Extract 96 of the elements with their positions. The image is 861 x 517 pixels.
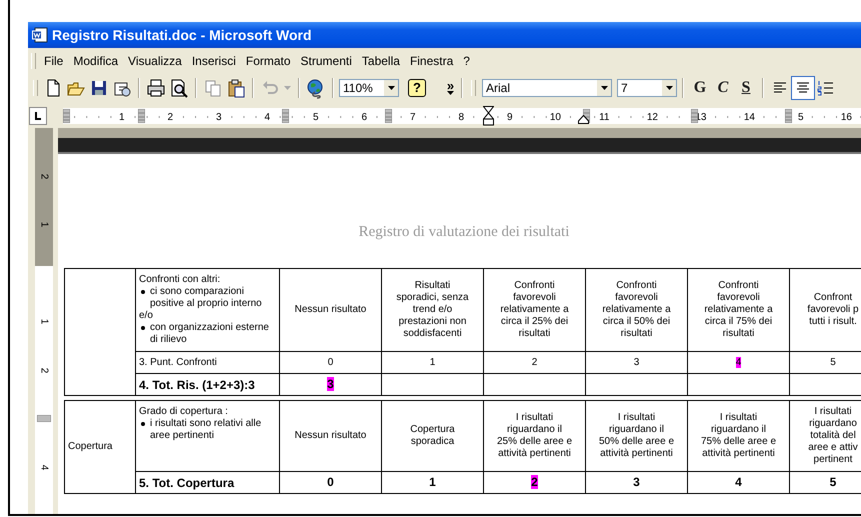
column-marker-icon[interactable] <box>282 109 289 123</box>
criteria-heading: Confronti con altri: <box>139 274 222 286</box>
ruler-number: 1 <box>38 318 50 325</box>
ruler-number: 1 <box>38 222 50 228</box>
menu-item[interactable]: Visualizza <box>123 54 187 68</box>
format-button[interactable]: C <box>712 79 734 97</box>
dropdown-arrow-icon[interactable] <box>666 86 672 90</box>
menu-item[interactable]: Finestra <box>404 54 458 68</box>
ruler-number: 7 <box>408 112 416 123</box>
table-cell: Nessun risultato <box>280 268 382 352</box>
score-value: 1 <box>429 474 436 488</box>
right-indent-icon[interactable] <box>578 115 589 124</box>
ruler-number: 4 <box>38 464 50 470</box>
score-value: 3 <box>634 356 640 368</box>
bullet-icon <box>141 422 145 426</box>
menu-item[interactable]: Formato <box>240 54 296 68</box>
table-cell: I risultati riguardano il 25% delle aree e attività pertinenti <box>484 400 586 472</box>
tab-stop-icon[interactable] <box>29 107 47 125</box>
criteria-text: con organizzazioni esterne di rilievo <box>150 322 270 346</box>
zoom-combo[interactable]: 110% <box>339 79 399 97</box>
print-icon[interactable] <box>145 77 167 99</box>
window-title: Registro Risultati.doc - Microsoft Word <box>52 27 312 43</box>
menu-item[interactable]: ? <box>458 54 475 68</box>
criteria-text: i risultati sono relativi alle aree pertinenti <box>150 418 262 442</box>
column-marker-icon[interactable] <box>691 109 698 123</box>
table-cell: I risultati riguardano totalità del aree e attiv pertinent <box>790 400 861 472</box>
menu-item[interactable]: Inserisci <box>186 54 241 68</box>
ruler-number: 1 <box>118 112 126 123</box>
criteria-heading: Grado di copertura : <box>139 406 229 418</box>
dropdown-arrow-icon[interactable] <box>600 86 608 90</box>
menu-item[interactable]: File <box>39 54 68 68</box>
ruler-number: 8 <box>457 112 465 123</box>
ruler-number: 3 <box>214 112 222 123</box>
ruler-number: 12 <box>646 112 659 123</box>
table-cell: Copertura sporadica <box>382 400 484 472</box>
score-value: 2 <box>532 356 538 368</box>
align-center-icon[interactable] <box>792 77 814 99</box>
score-value: 0 <box>327 474 334 488</box>
table-cell: Confronti favorevoli relativamente a circa il 25% dei risultati <box>484 268 586 352</box>
table-cell: Risultati sporadici, senza trend e/o prestazioni non soddisfacenti <box>382 268 484 352</box>
ruler-number: 6 <box>360 112 368 123</box>
format-button[interactable]: S <box>735 79 757 97</box>
menu-item[interactable]: Tabella <box>356 54 405 68</box>
ruler-number: 4 <box>263 112 271 123</box>
score-value: 0 <box>328 356 334 368</box>
score-value: 4 <box>735 474 742 488</box>
ruler-number: 5 <box>796 112 804 123</box>
score-value: 3 <box>633 474 640 488</box>
table-cell: Nessun risultato <box>280 400 382 472</box>
column-marker-icon[interactable] <box>385 109 392 123</box>
ruler-number: 5 <box>312 112 320 123</box>
row-marker-icon[interactable] <box>37 415 51 422</box>
help-button[interactable]: ? <box>408 79 426 97</box>
highlighted-value: 4 <box>736 356 742 368</box>
ruler-number: 2 <box>38 173 50 180</box>
table-cell: 5. Tot. Copertura <box>136 472 280 494</box>
toolbar-options-button[interactable]: » <box>446 81 454 91</box>
ruler-number: 16 <box>840 112 853 123</box>
font-combo[interactable]: Arial <box>482 79 612 97</box>
highlighted-value: 2 <box>531 474 538 488</box>
menu-item[interactable]: Modifica <box>68 54 124 68</box>
score-value: 5 <box>830 474 836 488</box>
column-marker-icon[interactable] <box>63 109 70 123</box>
dropdown-arrow-icon[interactable] <box>447 91 454 95</box>
table-cell: Confronti favorevoli relativamente a circa il 50% dei risultati <box>586 268 688 352</box>
score-value: 5 <box>830 356 836 368</box>
table-cell: Confront favorevoli p tutti i risult. <box>790 268 861 352</box>
score-value: 1 <box>430 356 436 368</box>
table-cell: 4. Tot. Ris. (1+2+3):3 <box>136 374 280 396</box>
toolbar-grip <box>31 53 36 69</box>
bullet-icon <box>141 326 145 330</box>
column-marker-icon[interactable] <box>785 109 792 123</box>
document-icon <box>32 27 48 43</box>
table-cell: 3. Punt. Confronti <box>136 352 280 374</box>
ruler-number: 11 <box>598 112 610 123</box>
indent-marker-icon[interactable] <box>483 106 494 126</box>
table-cell: I risultati riguardano il 75% delle aree e attività pertinenti <box>688 400 790 472</box>
document-heading: Registro di valutazione dei risultati <box>358 224 570 242</box>
highlighted-value: 3 <box>327 376 334 390</box>
ruler-number: 2 <box>166 112 174 123</box>
bullet-icon <box>141 290 145 294</box>
criteria-text: e/o <box>139 310 153 321</box>
ruler-number: 14 <box>742 112 756 123</box>
table-cell: Copertura <box>64 400 136 494</box>
table-cell: Confronti favorevoli relativamente a circa il 75% dei risultati <box>688 268 790 352</box>
font-size-combo[interactable]: 7 <box>617 79 677 97</box>
column-marker-icon[interactable] <box>138 109 145 123</box>
table-cell: I risultati riguardano il 50% delle aree e attività pertinenti <box>586 400 688 472</box>
toolbar-grip <box>33 80 38 96</box>
format-button[interactable]: G <box>689 79 711 97</box>
ruler-number: 2 <box>38 367 50 374</box>
toolbar-grip <box>471 80 476 96</box>
ruler-number: 9 <box>506 112 514 123</box>
dropdown-arrow-icon[interactable] <box>388 86 394 90</box>
menu-item[interactable]: Strumenti <box>296 54 357 68</box>
ruler-number: 10 <box>548 112 562 123</box>
